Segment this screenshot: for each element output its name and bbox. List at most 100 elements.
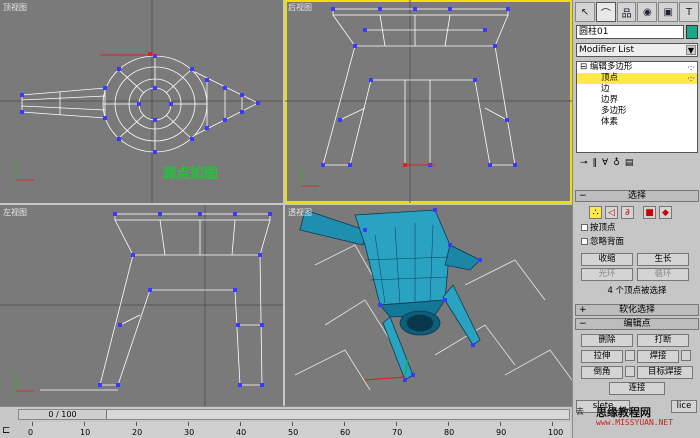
- tick-mark: [500, 422, 501, 426]
- tick-mark: [240, 422, 241, 426]
- break-button[interactable]: 打断: [637, 334, 689, 347]
- tick-mark: [32, 422, 33, 426]
- track-bar[interactable]: 0 10 20 30 40 50 60 70 80 90 100: [28, 422, 570, 438]
- hierarchy-tab-icon[interactable]: 品: [616, 2, 637, 22]
- viewport-left[interactable]: 左视图: [0, 205, 283, 406]
- stack-item-element[interactable]: 体素: [577, 117, 697, 128]
- show-end-result-icon[interactable]: ‖: [593, 158, 598, 168]
- viewport-back[interactable]: 后视图: [285, 0, 572, 203]
- viewport-label-left[interactable]: 左视图: [3, 207, 27, 218]
- configure-sets-icon[interactable]: ▤: [625, 158, 634, 168]
- remove-button[interactable]: 删除: [581, 334, 633, 347]
- grow-button[interactable]: 生长: [637, 253, 689, 266]
- tick-mark: [292, 422, 293, 426]
- extrude-button[interactable]: 拉伸: [581, 350, 623, 363]
- tick-label: 10: [80, 428, 91, 437]
- pin-stack-icon[interactable]: ⊸: [580, 158, 588, 168]
- extrude-settings-icon[interactable]: [625, 350, 635, 361]
- watermark-left-text: 去: [576, 407, 584, 416]
- ignore-backfacing-label: 忽略背面: [590, 237, 625, 247]
- tick-label: 0: [28, 428, 34, 437]
- modify-tab-icon[interactable]: ⌒: [595, 2, 616, 22]
- tick-mark: [188, 422, 189, 426]
- border-mode-icon[interactable]: ∂: [621, 206, 634, 219]
- stack-item-edit-poly[interactable]: ⊟ 编辑多边形 ·:·: [577, 62, 697, 73]
- key-mode-icon[interactable]: ⊏: [2, 425, 14, 437]
- soft-selection-rollout-header[interactable]: + 软化选择: [575, 304, 699, 316]
- tick-label: 90: [496, 428, 507, 437]
- display-tab-icon[interactable]: ▣: [658, 2, 679, 22]
- viewport-label-perspective[interactable]: 透视图: [288, 207, 312, 218]
- stack-item-vertex[interactable]: 顶点 ·:·: [577, 73, 697, 84]
- object-name-field[interactable]: 圆柱01: [576, 25, 684, 39]
- edit-vertices-rollout-header[interactable]: − 编辑点: [575, 318, 699, 330]
- tick-mark: [344, 422, 345, 426]
- ring-button[interactable]: 光环: [581, 268, 633, 281]
- tick-label: 30: [184, 428, 195, 437]
- selection-rollout-header[interactable]: − 选择: [575, 190, 699, 202]
- tick-label: 50: [288, 428, 299, 437]
- motion-tab-icon[interactable]: ◉: [637, 2, 658, 22]
- stack-item-label: 编辑多边形: [589, 62, 633, 72]
- watermark-url: www.MISSYUAN.NET: [596, 418, 674, 427]
- by-vertex-checkbox[interactable]: 按顶点: [581, 223, 616, 234]
- chamfer-settings-icon[interactable]: [625, 366, 635, 377]
- rollout-collapse-icon: −: [579, 319, 587, 329]
- chevron-down-icon[interactable]: ▼: [686, 45, 696, 55]
- ignore-backfacing-checkbox[interactable]: 忽略背面: [581, 237, 624, 248]
- stack-item-border[interactable]: 边界: [577, 95, 697, 106]
- weld-settings-icon[interactable]: [681, 350, 691, 361]
- modifier-list-dropdown[interactable]: Modifier List ▼: [576, 43, 698, 57]
- rollout-collapse-icon: −: [579, 191, 587, 201]
- target-weld-button[interactable]: 目标焊接: [637, 366, 693, 379]
- top-view-wireframe: [0, 0, 283, 203]
- rollout-title: 软化选择: [618, 305, 655, 315]
- connect-button[interactable]: 连接: [609, 382, 665, 395]
- by-vertex-label: 按顶点: [590, 223, 616, 233]
- stack-item-polygon[interactable]: 多边形: [577, 106, 697, 117]
- stack-toolbar: ⊸ ‖ ∀ ♁ ▤: [576, 155, 698, 171]
- edge-mode-icon[interactable]: ◁: [605, 206, 618, 219]
- viewport-top[interactable]: 顶视图: [0, 0, 283, 203]
- object-color-swatch[interactable]: [686, 25, 698, 39]
- tick-mark: [552, 422, 553, 426]
- vertex-mode-icon[interactable]: ∴: [589, 206, 602, 219]
- tick-mark: [136, 422, 137, 426]
- collapse-icon[interactable]: ⊟: [580, 62, 587, 72]
- utilities-tab-icon[interactable]: T: [679, 2, 699, 22]
- modifier-list-label: Modifier List: [579, 45, 634, 55]
- tick-mark: [84, 422, 85, 426]
- viewport-perspective[interactable]: 透视图: [285, 205, 572, 406]
- dots-icon: ·:·: [687, 74, 695, 83]
- tick-label: 40: [236, 428, 247, 437]
- left-view-wireframe: [0, 205, 283, 406]
- remove-modifier-icon[interactable]: ♁: [613, 158, 620, 168]
- stack-item-edge[interactable]: 边: [577, 84, 697, 95]
- element-mode-icon[interactable]: ◆: [659, 206, 672, 219]
- tick-label: 70: [392, 428, 403, 437]
- viewport-label-top[interactable]: 顶视图: [3, 2, 27, 13]
- stack-item-label: 顶点: [601, 73, 619, 83]
- viewport-label-back[interactable]: 后视图: [288, 2, 312, 13]
- loop-button[interactable]: 循环: [637, 268, 689, 281]
- command-panel-tabs: ↖ ⌒ 品 ◉ ▣ T: [575, 2, 699, 22]
- stack-item-label: 多边形: [601, 106, 627, 116]
- command-panel: ↖ ⌒ 品 ◉ ▣ T 圆柱01 Modifier List ▼ ⊟ 编辑多边形…: [572, 0, 700, 438]
- perspective-view-model: [294, 208, 572, 391]
- shrink-button[interactable]: 收缩: [581, 253, 633, 266]
- stack-item-label: 体素: [601, 117, 619, 127]
- time-slider[interactable]: 0 / 100: [18, 409, 570, 420]
- tick-label: 20: [132, 428, 143, 437]
- timeline: 0 / 100 ⊏ 0 10 20 30 40 50 60 70 80 90 100: [0, 406, 572, 438]
- tick-mark: [396, 422, 397, 426]
- rollout-title: 选择: [627, 191, 646, 201]
- polygon-mode-icon[interactable]: ■: [643, 206, 656, 219]
- weld-button[interactable]: 焊接: [637, 350, 679, 363]
- make-unique-icon[interactable]: ∀: [602, 158, 608, 168]
- chamfer-button[interactable]: 倒角: [581, 366, 623, 379]
- time-slider-thumb[interactable]: 0 / 100: [19, 410, 107, 419]
- create-tab-icon[interactable]: ↖: [575, 2, 595, 22]
- rollout-expand-icon: +: [579, 305, 587, 315]
- rollout-title: 编辑点: [623, 319, 651, 329]
- stack-item-label: 边界: [601, 95, 619, 105]
